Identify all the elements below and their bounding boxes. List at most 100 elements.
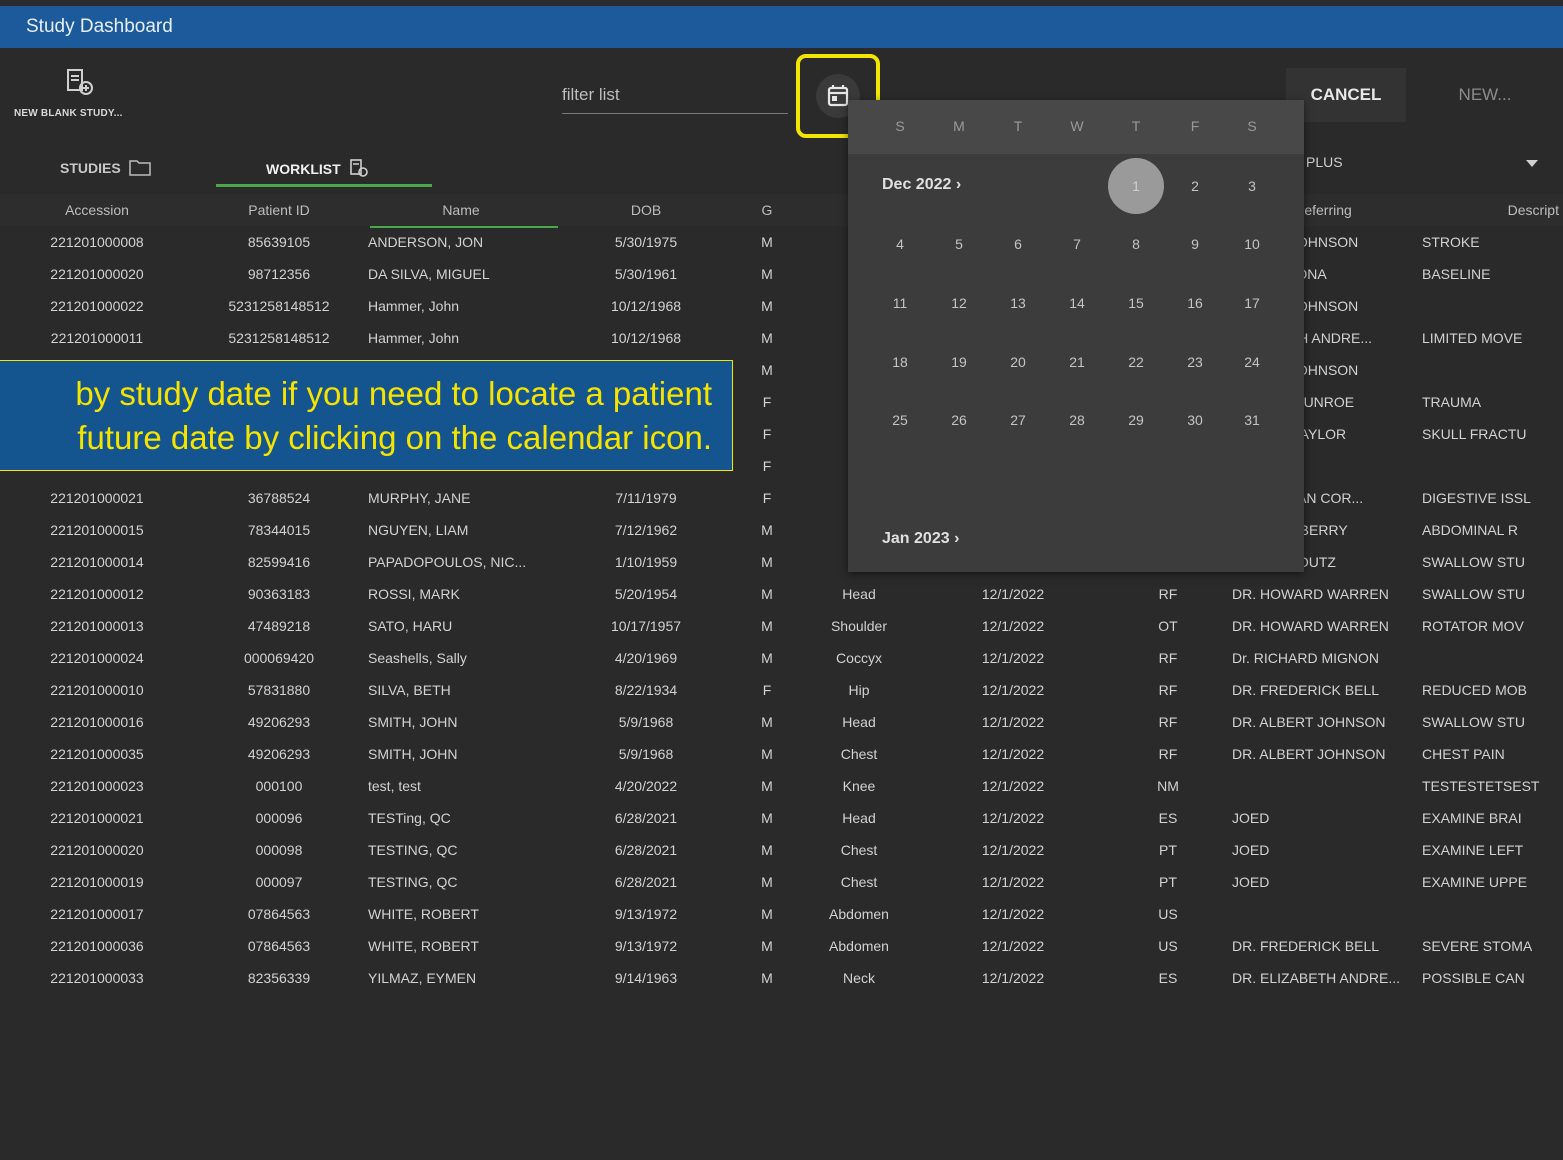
calendar-day[interactable]: 29	[1116, 400, 1156, 440]
month-label-text: Dec 2022	[882, 176, 952, 193]
calendar-day[interactable]: 17	[1232, 283, 1272, 323]
table-row[interactable]: 221201000024 000069420 Seashells, Sally 4/2…	[0, 642, 1563, 674]
calendar-day[interactable]: 7	[1057, 224, 1097, 264]
cell-accession: 221201000013	[50, 618, 144, 634]
cell-gender: M	[761, 298, 773, 314]
calendar-day[interactable]: 24	[1232, 342, 1272, 382]
table-row[interactable]: 221201000035 49206293 SMITH, JOHN 5/9/1968 M…	[0, 738, 1563, 770]
tutorial-callout: by study date if you need to locate a pa…	[0, 360, 733, 471]
cell-name: ANDERSON, JON	[368, 234, 484, 250]
calendar-day[interactable]: 11	[880, 283, 920, 323]
table-row[interactable]: 221201000008 85639105 ANDERSON, JON 5/30/19…	[0, 226, 1563, 258]
cell-name: WHITE, ROBERT	[368, 906, 479, 922]
calendar-day[interactable]: 18	[880, 342, 920, 382]
cell-accession: 221201000021	[50, 490, 144, 506]
cell-accession: 221201000016	[50, 714, 144, 730]
column-header-patient-id[interactable]: Patient ID	[194, 194, 364, 226]
column-header-name[interactable]: Name	[364, 194, 558, 226]
calendar-day[interactable]: 13	[998, 283, 1038, 323]
table-row[interactable]: 221201000016 49206293 SMITH, JOHN 5/9/1968 M…	[0, 706, 1563, 738]
calendar-day[interactable]: 27	[998, 400, 1038, 440]
calendar-day[interactable]: 21	[1057, 342, 1097, 382]
table-row[interactable]: 221201000012 90363183 ROSSI, MARK 5/20/1954…	[0, 578, 1563, 610]
calendar-day[interactable]: 6	[998, 224, 1038, 264]
column-header-dob[interactable]: DOB	[558, 194, 734, 226]
month-label-dec[interactable]: Dec 2022 ›	[882, 176, 961, 194]
table-row[interactable]: 221201000011 5231258148512 Hammer, John 10/…	[0, 322, 1563, 354]
table-row[interactable]: 221201000014 82599416 PAPADOPOULOS, NIC...…	[0, 546, 1563, 578]
cell-dob: 7/11/1979	[615, 490, 677, 506]
table-row[interactable]: 221201000022 5231258148512 Hammer, John 10/…	[0, 290, 1563, 322]
cell-body-part: Neck	[843, 970, 875, 986]
modality-dropdown[interactable]: PLUS	[1306, 148, 1556, 180]
column-header-gender[interactable]: G	[734, 194, 800, 226]
calendar-day[interactable]: 5	[939, 224, 979, 264]
cell-description: SWALLOW STU	[1422, 554, 1525, 570]
cell-modality: ES	[1158, 970, 1178, 986]
calendar-day[interactable]: 28	[1057, 400, 1097, 440]
cell-patient-id: 5231258148512	[228, 330, 330, 346]
cell-patient-id: 49206293	[247, 714, 311, 730]
cell-accession: 221201000024	[50, 650, 144, 666]
calendar-day[interactable]: 22	[1116, 342, 1156, 382]
calendar-day[interactable]: 4	[880, 224, 920, 264]
filter-input[interactable]	[562, 80, 788, 110]
column-header-accession[interactable]: Accession	[0, 194, 194, 226]
calendar-day[interactable]: 23	[1175, 342, 1215, 382]
cell-gender: M	[761, 586, 773, 602]
calendar-day[interactable]: 8	[1116, 224, 1156, 264]
calendar-day[interactable]: 2	[1175, 166, 1215, 206]
table-row[interactable]: 221201000036 07864563 WHITE, ROBERT 9/13/19…	[0, 930, 1563, 962]
calendar-day[interactable]: 10	[1232, 224, 1272, 264]
new-button[interactable]: NEW...	[1430, 68, 1540, 122]
calendar-day[interactable]: 25	[880, 400, 920, 440]
cell-dob: 9/13/1972	[614, 938, 678, 954]
cell-dob: 10/12/1968	[610, 298, 682, 314]
table-row[interactable]: 221201000021 36788524 MURPHY, JANE 7/11/197…	[0, 482, 1563, 514]
table-row[interactable]: 221201000017 07864563 WHITE, ROBERT 9/13/19…	[0, 898, 1563, 930]
cell-body-part: Head	[842, 714, 876, 730]
cell-patient-id: 98712356	[247, 266, 311, 282]
chevron-down-icon	[1526, 160, 1538, 167]
cell-gender: M	[761, 554, 773, 570]
month-label-jan[interactable]: Jan 2023 ›	[882, 530, 959, 548]
filter-field	[562, 80, 788, 114]
calendar-day[interactable]: 3	[1232, 166, 1272, 206]
cell-patient-id: 07864563	[247, 938, 311, 954]
cell-patient-id: 90363183	[247, 586, 311, 602]
calendar-day[interactable]: 30	[1175, 400, 1215, 440]
cell-modality: PT	[1159, 842, 1177, 858]
calendar-day[interactable]: 15	[1116, 283, 1156, 323]
table-row[interactable]: 221201000020 98712356 DA SILVA, MIGUEL 5/30…	[0, 258, 1563, 290]
cell-accession: 221201000014	[50, 554, 144, 570]
date-picker-popup: S M T W T F S Dec 2022 › 1 2 3 4 5 6 7 8 9 10 11 12…	[848, 100, 1304, 572]
table-row[interactable]: 221201000020 000098 TESTING, QC 6/28/2021 M C…	[0, 834, 1563, 866]
weekday-label: F	[1190, 118, 1200, 134]
folder-icon	[128, 160, 151, 176]
table-row[interactable]: 221201000013 47489218 SATO, HARU 10/17/1957…	[0, 610, 1563, 642]
new-blank-study-button[interactable]: NEW BLANK STUDY...	[14, 68, 164, 128]
cell-dob: 4/20/1969	[614, 650, 678, 666]
calendar-day[interactable]: 20	[998, 342, 1038, 382]
calendar-day[interactable]: 9	[1175, 224, 1215, 264]
cell-description: POSSIBLE CAN	[1422, 970, 1525, 986]
table-row[interactable]: 221201000021 000096 TESTing, QC 6/28/2021 M H…	[0, 802, 1563, 834]
calendar-day[interactable]: 19	[939, 342, 979, 382]
calendar-day[interactable]: 12	[939, 283, 979, 323]
table-row[interactable]: 221201000033 82356339 YILMAZ, EYMEN 9/14/19…	[0, 962, 1563, 994]
table-row[interactable]: 221201000010 57831880 SILVA, BETH 8/22/1934…	[0, 674, 1563, 706]
table-row[interactable]: 221201000019 000097 TESTING, QC 6/28/2021 M C…	[0, 866, 1563, 898]
cell-gender: M	[761, 330, 773, 346]
cell-name: Seashells, Sally	[368, 650, 467, 666]
calendar-day[interactable]: 14	[1057, 283, 1097, 323]
calendar-day[interactable]: 1	[1108, 158, 1164, 214]
calendar-day[interactable]: 16	[1175, 283, 1215, 323]
cancel-button[interactable]: CANCEL	[1286, 68, 1406, 122]
table-row[interactable]: 221201000015 78344015 NGUYEN, LIAM 7/12/196…	[0, 514, 1563, 546]
cell-body-part: Head	[842, 810, 876, 826]
column-header-description[interactable]: Descript	[1418, 194, 1563, 226]
tab-studies[interactable]: STUDIES	[60, 158, 151, 188]
table-row[interactable]: 221201000023 000100 test, test 4/20/2022 M Kn…	[0, 770, 1563, 802]
calendar-day[interactable]: 26	[939, 400, 979, 440]
calendar-day[interactable]: 31	[1232, 400, 1272, 440]
